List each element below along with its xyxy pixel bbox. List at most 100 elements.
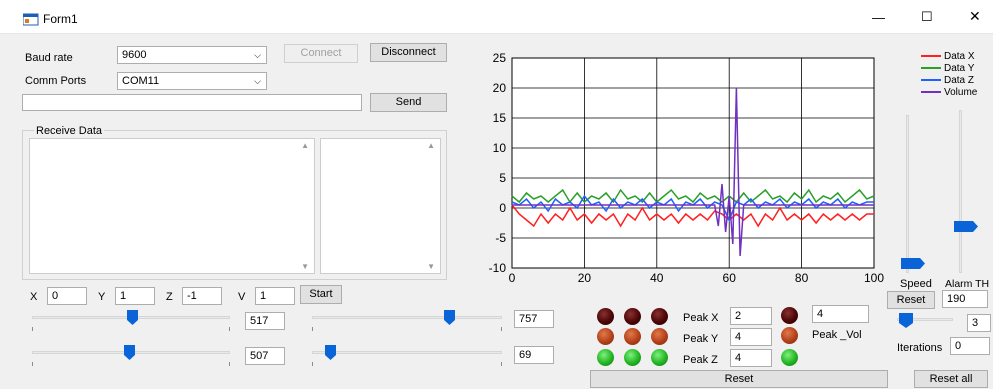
y-tick-label: 15 [493, 111, 507, 125]
led-y-1 [597, 328, 614, 345]
slider-1-value[interactable]: 517 [245, 312, 285, 330]
form-icon [23, 13, 39, 26]
x-tick-label: 0 [509, 271, 516, 285]
iterations-value[interactable]: 0 [950, 337, 990, 355]
y-tick-label: -10 [489, 261, 507, 275]
slider-track [959, 110, 962, 273]
connect-button[interactable]: Connect [284, 44, 358, 63]
slider-3-value[interactable]: 757 [514, 310, 554, 328]
x-tick-label: 20 [578, 271, 592, 285]
peak-y-value[interactable]: 4 [730, 328, 772, 346]
reset-all-button[interactable]: Reset all [914, 370, 988, 388]
start-button[interactable]: Start [300, 285, 342, 304]
slider-track [312, 316, 502, 319]
peak-z-value[interactable]: 4 [730, 349, 772, 367]
scroll-up-icon[interactable]: ▲ [427, 141, 435, 150]
tick [32, 327, 33, 331]
slider-1[interactable] [32, 310, 230, 334]
legend-data-x: Data X [944, 51, 975, 62]
send-button[interactable]: Send [370, 93, 447, 112]
slider-3[interactable] [312, 310, 502, 334]
tick [501, 327, 502, 331]
led-y-3 [651, 328, 668, 345]
alarm-th-value[interactable]: 190 [942, 290, 988, 308]
y-input[interactable]: 1 [115, 287, 155, 305]
slider-thumb[interactable] [127, 310, 139, 325]
chevron-down-icon: ⌵ [254, 50, 261, 60]
receive-data-label: Receive Data [34, 125, 105, 138]
legend-swatch-data-y [921, 67, 941, 69]
scroll-up-icon[interactable]: ▲ [301, 141, 309, 150]
slider-thumb[interactable] [899, 313, 913, 328]
x-tick-label: 60 [723, 271, 737, 285]
close-button[interactable]: ✕ [969, 9, 981, 23]
led-vol-3 [781, 349, 798, 366]
peak-vol-label: Peak _Vol [812, 329, 862, 341]
baud-rate-select[interactable]: 9600 ⌵ [117, 46, 267, 64]
peaks-reset-button[interactable]: Reset [590, 370, 888, 388]
window-title: Form1 [43, 12, 78, 26]
legend-swatch-data-x [921, 55, 941, 57]
x-tick-label: 100 [864, 271, 884, 285]
tick [229, 327, 230, 331]
led-z-1 [597, 349, 614, 366]
led-x-2 [624, 308, 641, 325]
slider-thumb[interactable] [954, 221, 978, 233]
small-slider[interactable] [897, 313, 957, 335]
y-tick-label: -5 [495, 231, 506, 245]
tick [32, 362, 33, 366]
x-input[interactable]: 0 [47, 287, 87, 305]
peak-x-value[interactable]: 2 [730, 307, 772, 325]
speed-slider[interactable] [897, 113, 937, 275]
z-input[interactable]: -1 [182, 287, 222, 305]
led-z-3 [651, 349, 668, 366]
slider-4[interactable] [312, 345, 502, 369]
disconnect-button[interactable]: Disconnect [370, 43, 447, 62]
legend-data-y: Data Y [944, 63, 975, 74]
z-label: Z [166, 291, 173, 303]
secondary-textbox[interactable]: ▲ ▼ [320, 138, 441, 274]
tick [312, 327, 313, 331]
led-x-3 [651, 308, 668, 325]
x-tick-label: 40 [650, 271, 664, 285]
comm-port-select[interactable]: COM11 ⌵ [117, 72, 267, 90]
right-reset-button[interactable]: Reset [887, 291, 935, 309]
minimize-button[interactable]: — [872, 11, 885, 24]
x-tick-label: 80 [795, 271, 809, 285]
slider-track [906, 115, 909, 273]
iterations-label: Iterations [897, 342, 943, 354]
maximize-button[interactable]: ☐ [921, 10, 933, 23]
alarm-slider[interactable] [950, 108, 990, 275]
slider-thumb[interactable] [444, 310, 456, 325]
x-label: X [30, 291, 38, 303]
y-tick-label: 5 [499, 171, 506, 185]
v-label: V [238, 291, 246, 303]
slider-thumb[interactable] [123, 345, 135, 360]
scroll-down-icon[interactable]: ▼ [427, 262, 435, 271]
y-tick-label: 20 [493, 81, 507, 95]
legend-data-z: Data Z [944, 75, 975, 86]
v-input[interactable]: 1 [255, 287, 295, 305]
scroll-down-icon[interactable]: ▼ [301, 262, 309, 271]
title-bar: Form1 — ☐ ✕ [0, 0, 993, 34]
peak-vol-value[interactable]: 4 [812, 305, 869, 323]
slider-4-value[interactable]: 69 [514, 346, 554, 364]
slider-2[interactable] [32, 345, 230, 369]
receive-data-textbox[interactable]: ▲ ▼ [29, 138, 315, 274]
legend-volume: Volume [944, 87, 978, 98]
legend-swatch-data-z [921, 79, 941, 81]
tick [501, 362, 502, 366]
slider-2-value[interactable]: 507 [245, 347, 285, 365]
led-y-2 [624, 328, 641, 345]
y-label: Y [98, 291, 106, 303]
slider-thumb[interactable] [901, 258, 925, 270]
slider-thumb[interactable] [324, 345, 336, 360]
baud-rate-label: Baud rate [25, 52, 73, 64]
chart-legend: Data X Data Y Data Z Volume [893, 48, 993, 113]
tick [312, 362, 313, 366]
send-input[interactable] [22, 94, 362, 111]
y-tick-label: 10 [493, 141, 507, 155]
comm-ports-label: Comm Ports [25, 75, 87, 87]
small-value[interactable]: 3 [967, 314, 991, 332]
chevron-down-icon: ⌵ [254, 76, 261, 86]
